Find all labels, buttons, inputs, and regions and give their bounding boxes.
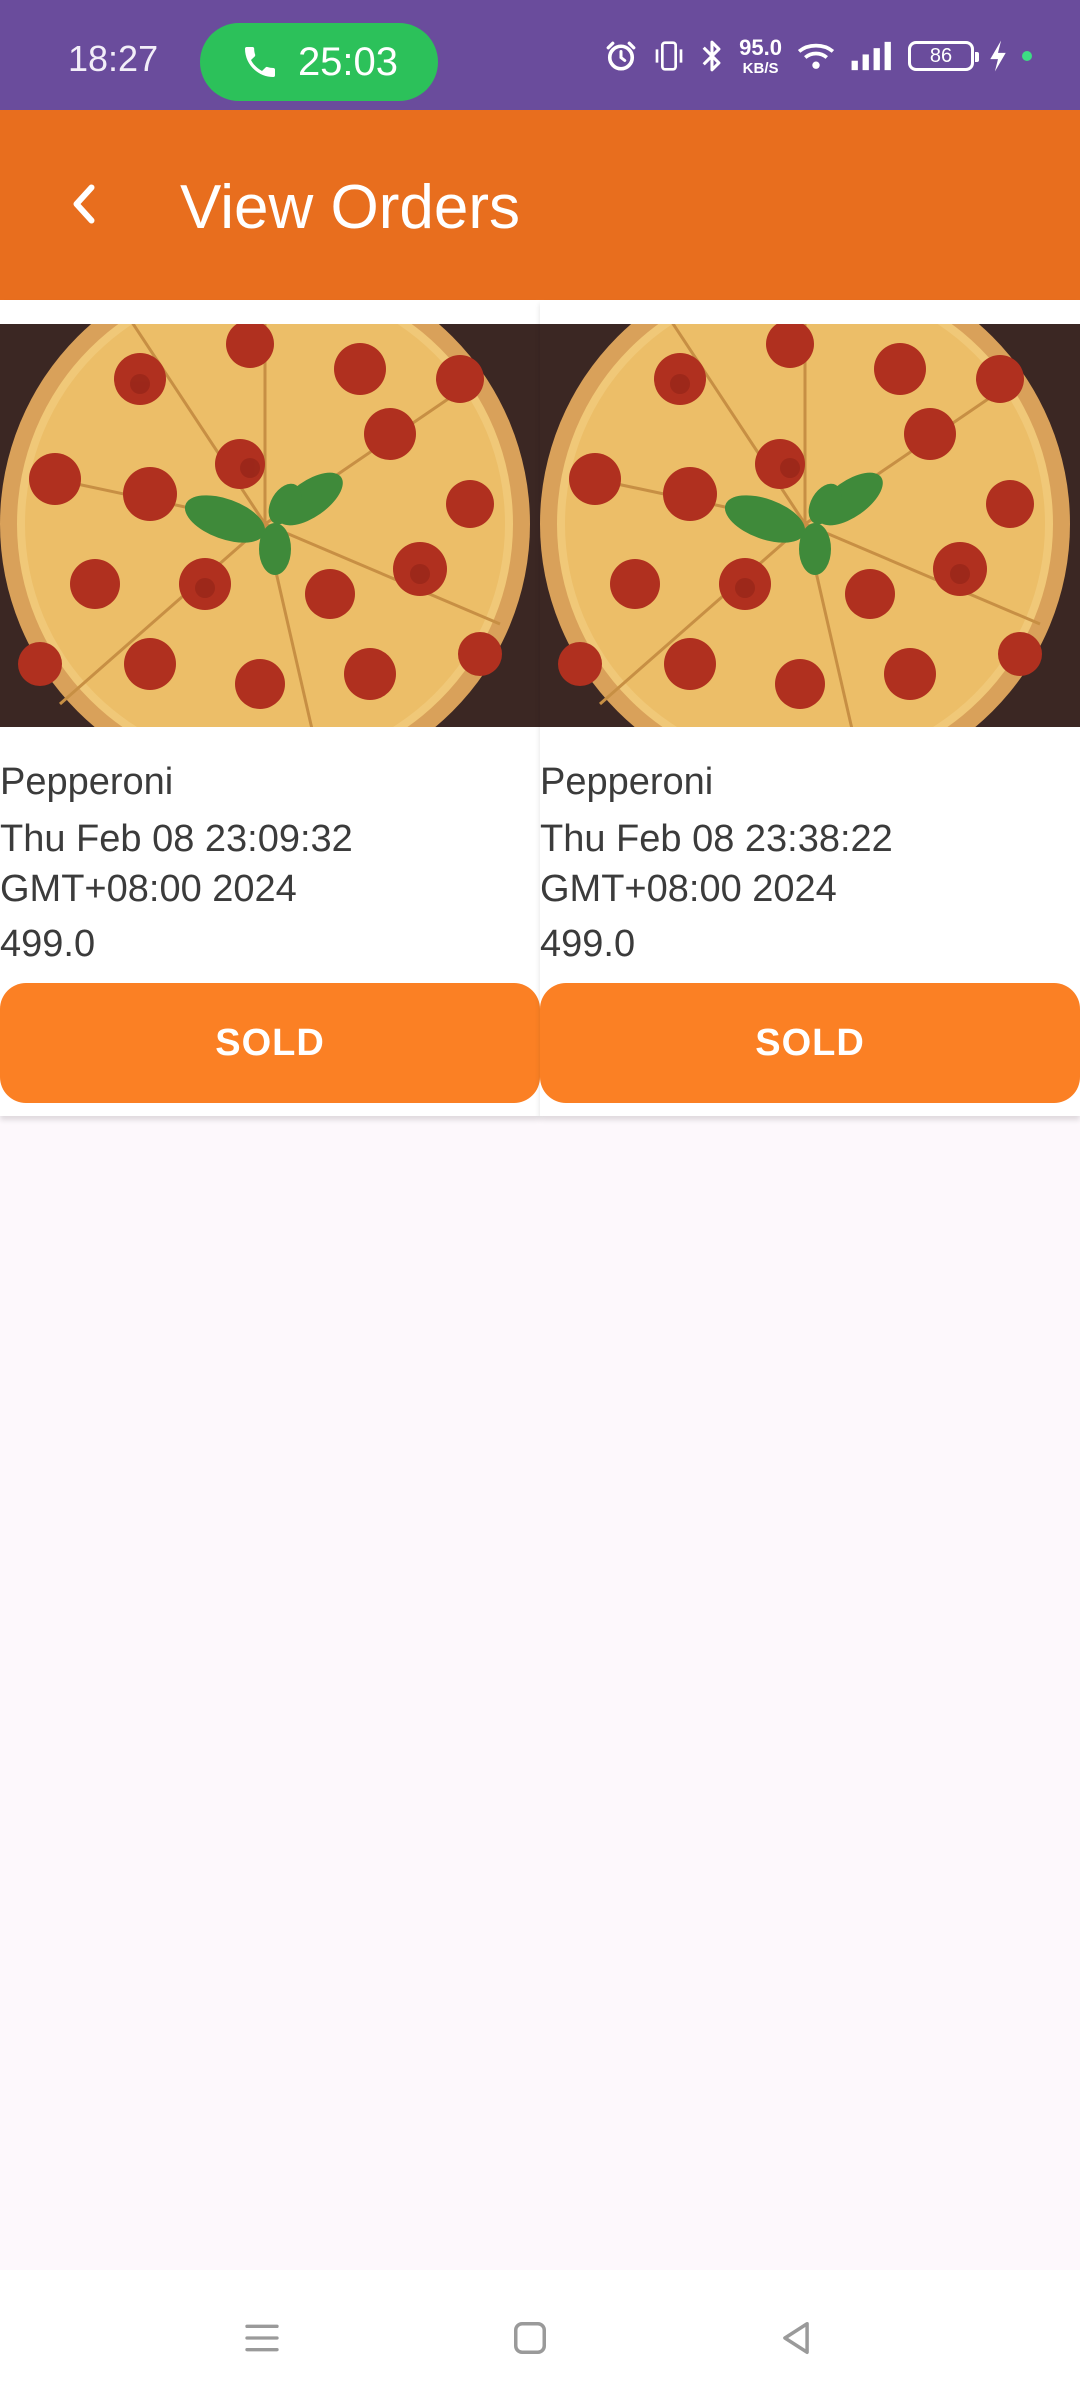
net-speed-value: 95.0 xyxy=(739,34,782,60)
order-name: Pepperoni xyxy=(0,761,174,803)
pizza-image xyxy=(0,324,540,727)
signal-icon xyxy=(851,41,891,71)
ongoing-call-pill[interactable]: 25:03 xyxy=(200,23,438,101)
order-card: Pepperoni Thu Feb 08 23:09:32 GMT+08:00 … xyxy=(0,300,540,1116)
home-square-icon xyxy=(514,2322,546,2354)
menu-icon xyxy=(245,2324,279,2352)
order-price: 499.0 xyxy=(0,923,96,965)
bluetooth-icon xyxy=(702,40,721,72)
charging-icon xyxy=(990,40,1006,72)
order-name: Pepperoni xyxy=(540,761,714,803)
sold-button[interactable]: SOLD xyxy=(0,983,540,1103)
status-icons: 95.0 KB/S 86 xyxy=(603,34,1032,78)
order-card: Pepperoni Thu Feb 08 23:38:22 GMT+08:00 … xyxy=(540,300,1080,1116)
pizza-illustration xyxy=(0,324,540,727)
orders-grid: Pepperoni Thu Feb 08 23:09:32 GMT+08:00 … xyxy=(0,300,1080,1116)
pizza-illustration xyxy=(540,324,1080,727)
page-title: View Orders xyxy=(180,173,520,242)
net-speed-indicator: 95.0 KB/S xyxy=(739,34,782,77)
net-speed-unit: KB/S xyxy=(742,59,779,77)
call-timer: 25:03 xyxy=(297,39,399,84)
back-triangle-icon xyxy=(783,2322,809,2354)
home-button[interactable] xyxy=(500,2308,560,2368)
battery-icon: 86 xyxy=(908,41,979,71)
status-bar: 18:27 25:03 95.0 KB/S 86 xyxy=(0,0,1080,110)
order-price: 499.0 xyxy=(540,923,636,965)
alarm-icon xyxy=(606,41,636,71)
back-button[interactable] xyxy=(52,172,116,236)
battery-level: 86 xyxy=(929,44,953,67)
chevron-left-icon xyxy=(73,184,95,224)
status-time: 18:27 xyxy=(68,38,159,79)
recent-apps-button[interactable] xyxy=(232,2308,292,2368)
order-date: Thu Feb 08 23:09:32 GMT+08:00 2024 xyxy=(0,818,353,910)
vibrate-icon xyxy=(655,41,683,71)
wifi-icon xyxy=(797,43,835,69)
system-navigation-bar xyxy=(0,2270,1080,2400)
app-bar: View Orders xyxy=(0,110,1080,300)
privacy-indicator-dot xyxy=(1022,51,1032,61)
back-nav-button[interactable] xyxy=(766,2308,826,2368)
pizza-image xyxy=(540,324,1080,727)
sold-button[interactable]: SOLD xyxy=(540,983,1080,1103)
order-date: Thu Feb 08 23:38:22 GMT+08:00 2024 xyxy=(540,818,893,910)
phone-icon xyxy=(244,47,275,77)
